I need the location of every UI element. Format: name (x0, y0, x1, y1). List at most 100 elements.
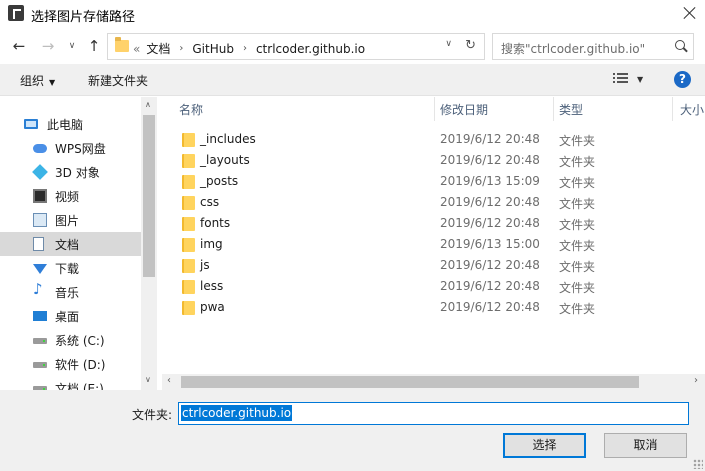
nav-item-label: 下载 (55, 262, 80, 276)
command-bar: 组织 ▼ 新建文件夹 ▼ ? (0, 64, 705, 96)
file-type: 文件夹 (559, 176, 596, 190)
file-type: 文件夹 (559, 218, 596, 232)
document-icon (33, 237, 44, 251)
file-row[interactable]: js 2019/6/12 20:48 文件夹 (174, 255, 654, 276)
column-separator[interactable] (434, 97, 435, 121)
cancel-button[interactable]: 取消 (604, 433, 687, 458)
caret-down-icon[interactable]: ▼ (637, 75, 643, 84)
up-arrow-icon[interactable]: ↑ (86, 37, 102, 55)
select-button[interactable]: 选择 (503, 433, 586, 458)
file-modified: 2019/6/12 20:48 (440, 258, 540, 272)
search-icon[interactable] (675, 40, 685, 50)
new-folder-button[interactable]: 新建文件夹 (88, 72, 148, 89)
file-type: 文件夹 (559, 302, 596, 316)
nav-item-drive-d[interactable]: 软件 (D:) (0, 352, 141, 376)
folder-name-input[interactable]: ctrlcoder.github.io (178, 402, 689, 425)
nav-item-wps-cloud[interactable]: WPS网盘 (0, 136, 141, 160)
nav-item-drive-e[interactable]: 文档 (E:) (0, 376, 141, 390)
chevron-right-icon[interactable]: › (179, 43, 183, 54)
nav-item-music[interactable]: ♪ 音乐 (0, 280, 141, 304)
scroll-up-icon[interactable]: ∧ (145, 100, 151, 109)
file-name: pwa (200, 300, 225, 314)
desktop-icon (33, 311, 47, 321)
file-row[interactable]: css 2019/6/12 20:48 文件夹 (174, 192, 654, 213)
resize-grip-icon[interactable] (693, 459, 703, 469)
chevron-down-icon[interactable]: ∨ (445, 39, 452, 49)
picture-icon (33, 213, 47, 227)
computer-icon (24, 119, 38, 129)
file-row[interactable]: _posts 2019/6/13 15:09 文件夹 (174, 171, 654, 192)
file-modified: 2019/6/12 20:48 (440, 132, 540, 146)
column-separator[interactable] (553, 97, 554, 121)
scrollbar-thumb[interactable] (181, 376, 639, 388)
nav-item-videos[interactable]: 视频 (0, 184, 141, 208)
column-header-size[interactable]: 大小 (680, 97, 704, 121)
nav-item-desktop[interactable]: 桌面 (0, 304, 141, 328)
folder-icon (182, 280, 195, 294)
scroll-right-icon[interactable]: › (694, 375, 698, 386)
file-row[interactable]: pwa 2019/6/12 20:48 文件夹 (174, 297, 654, 318)
nav-item-label: 音乐 (55, 286, 80, 300)
column-header-modified[interactable]: 修改日期 (440, 97, 488, 121)
folder-icon (182, 217, 195, 231)
cloud-icon (33, 144, 47, 153)
close-icon[interactable] (681, 4, 699, 22)
folder-name-value: ctrlcoder.github.io (181, 405, 293, 421)
file-type: 文件夹 (559, 281, 596, 295)
organize-button[interactable]: 组织 ▼ (20, 72, 55, 89)
column-header-type[interactable]: 类型 (559, 97, 583, 121)
view-options-icon[interactable] (613, 73, 628, 86)
nav-item-downloads[interactable]: 下载 (0, 256, 141, 280)
file-row[interactable]: _includes 2019/6/12 20:48 文件夹 (174, 129, 654, 150)
column-separator[interactable] (672, 97, 673, 121)
file-row[interactable]: less 2019/6/12 20:48 文件夹 (174, 276, 654, 297)
file-row[interactable]: img 2019/6/13 15:00 文件夹 (174, 234, 654, 255)
title-bar: 选择图片存储路径 (0, 0, 705, 30)
recent-locations-chevron-icon[interactable]: ∨ (64, 38, 80, 54)
nav-item-label: 软件 (D:) (55, 358, 106, 372)
file-modified: 2019/6/13 15:00 (440, 237, 540, 251)
horizontal-scrollbar[interactable]: ‹ › (162, 374, 705, 390)
drive-icon (33, 338, 47, 344)
nav-item-pictures[interactable]: 图片 (0, 208, 141, 232)
breadcrumb-item[interactable]: GitHub (192, 42, 234, 56)
refresh-icon[interactable]: ↻ (465, 38, 476, 53)
navigation-pane-scrollbar[interactable]: ∧ ∨ (141, 97, 157, 390)
back-arrow-icon[interactable]: ← (11, 37, 27, 55)
column-header-name[interactable]: 名称 (179, 97, 203, 121)
file-name: _posts (200, 174, 239, 188)
scrollbar-thumb[interactable] (143, 115, 155, 277)
file-modified: 2019/6/13 15:09 (440, 174, 540, 188)
nav-item-this-pc[interactable]: 此电脑 (0, 112, 141, 136)
nav-item-drive-c[interactable]: 系统 (C:) (0, 328, 141, 352)
breadcrumb-overflow[interactable]: « (133, 42, 140, 56)
search-box[interactable]: 搜索"ctrlcoder.github.io" (492, 33, 694, 60)
nav-item-label: 系统 (C:) (55, 334, 105, 348)
address-bar[interactable]: « 文档 › GitHub › ctrlcoder.github.io ∨ ↻ (107, 33, 485, 60)
music-icon: ♪ (33, 280, 43, 298)
nav-item-label: WPS网盘 (55, 142, 106, 156)
scroll-down-icon[interactable]: ∨ (145, 375, 151, 384)
nav-item-label: 此电脑 (47, 118, 84, 132)
nav-item-label: 图片 (55, 214, 80, 228)
nav-item-label: 桌面 (55, 310, 80, 324)
navigation-bar: ← → ∨ ↑ « 文档 › GitHub › ctrlcoder.github… (0, 30, 705, 64)
video-icon (33, 189, 47, 203)
caret-down-icon: ▼ (49, 78, 56, 87)
file-type: 文件夹 (559, 239, 596, 253)
help-icon[interactable]: ? (674, 71, 691, 88)
cube-icon (32, 164, 48, 180)
scroll-left-icon[interactable]: ‹ (167, 375, 171, 386)
forward-arrow-icon[interactable]: → (40, 37, 56, 55)
folder-field-label: 文件夹: (132, 408, 173, 422)
chevron-right-icon[interactable]: › (243, 43, 247, 54)
window-title: 选择图片存储路径 (31, 10, 136, 25)
nav-item-documents[interactable]: 文档 (0, 232, 141, 256)
breadcrumb-item[interactable]: ctrlcoder.github.io (256, 42, 365, 56)
file-row[interactable]: _layouts 2019/6/12 20:48 文件夹 (174, 150, 654, 171)
breadcrumb-item[interactable]: 文档 (146, 40, 170, 57)
file-row[interactable]: fonts 2019/6/12 20:48 文件夹 (174, 213, 654, 234)
nav-item-3d-objects[interactable]: 3D 对象 (0, 160, 141, 184)
app-icon (8, 5, 24, 21)
nav-item-label: 3D 对象 (55, 166, 100, 180)
